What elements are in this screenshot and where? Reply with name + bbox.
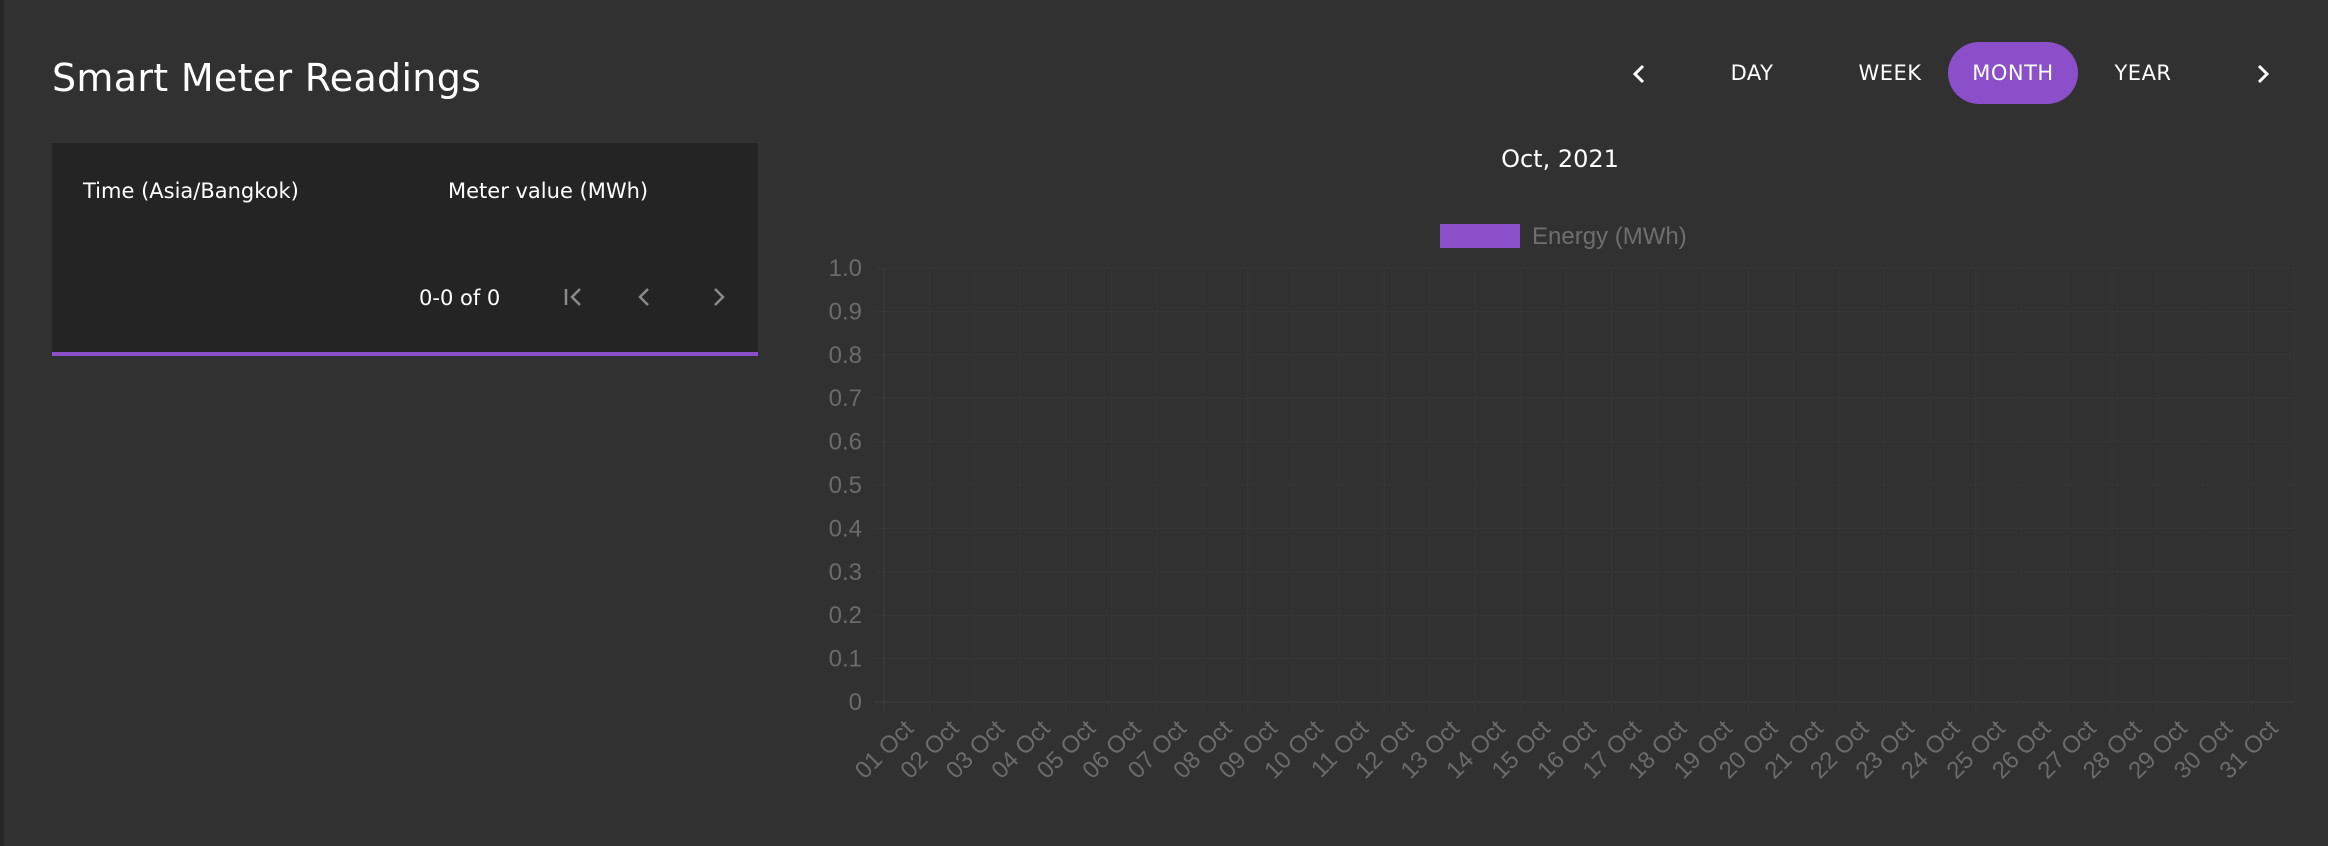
column-header-time[interactable]: Time (Asia/Bangkok) [83, 179, 299, 203]
y-tick-label: 0.9 [829, 298, 862, 325]
first-page-button[interactable] [554, 277, 594, 317]
readings-table: Time (Asia/Bangkok) Meter value (MWh) 0-… [52, 143, 758, 356]
energy-chart: 0 0.1 0.2 0.3 0.4 0.5 0.6 0.7 0.8 0.9 1.0 01 Oct02… [829, 223, 2295, 784]
y-tick-label: 0.6 [829, 429, 862, 456]
range-prev-button[interactable] [1618, 52, 1662, 96]
table-bottom-accent [52, 352, 758, 356]
y-tick-label: 0.3 [829, 559, 862, 586]
chart-grid [874, 267, 2295, 712]
y-tick-label: 1.0 [829, 255, 862, 282]
chevron-right-icon [2257, 64, 2270, 84]
chevron-left-icon [638, 288, 649, 306]
y-tick-label: 0 [849, 689, 862, 716]
range-option-month[interactable]: MONTH [1948, 42, 2078, 104]
main-panel: Smart Meter Readings DAY WEEK MONTH YEAR… [4, 0, 2328, 846]
legend-swatch [1440, 224, 1520, 248]
legend-label: Energy (MWh) [1532, 223, 1687, 250]
range-option-week[interactable]: WEEK [1828, 42, 1952, 104]
y-tick-label: 0.8 [829, 342, 862, 369]
range-next-button[interactable] [2240, 52, 2284, 96]
pagination-range: 0-0 of 0 [419, 286, 501, 310]
range-option-day[interactable]: DAY [1702, 42, 1802, 104]
range-option-year[interactable]: YEAR [2088, 42, 2198, 104]
first-page-icon [564, 288, 581, 306]
chart-title: Oct, 2021 [1501, 145, 1619, 173]
y-axis: 0 0.1 0.2 0.3 0.4 0.5 0.6 0.7 0.8 0.9 1.0 [829, 255, 862, 716]
page-title: Smart Meter Readings [52, 56, 482, 100]
chevron-left-icon [1632, 64, 1645, 84]
y-tick-label: 0.4 [829, 515, 862, 542]
y-tick-label: 0.7 [829, 385, 862, 412]
chart-legend[interactable]: Energy (MWh) [1440, 223, 1687, 250]
previous-page-button[interactable] [625, 277, 665, 317]
y-tick-label: 0.2 [829, 602, 862, 629]
column-header-meter-value[interactable]: Meter value (MWh) [448, 179, 648, 203]
x-axis: 01 Oct02 Oct03 Oct04 Oct05 Oct06 Oct07 O… [850, 715, 2284, 784]
y-tick-label: 0.5 [829, 472, 862, 499]
chevron-right-icon [714, 288, 725, 306]
next-page-button[interactable] [698, 277, 738, 317]
y-tick-label: 0.1 [829, 646, 862, 673]
